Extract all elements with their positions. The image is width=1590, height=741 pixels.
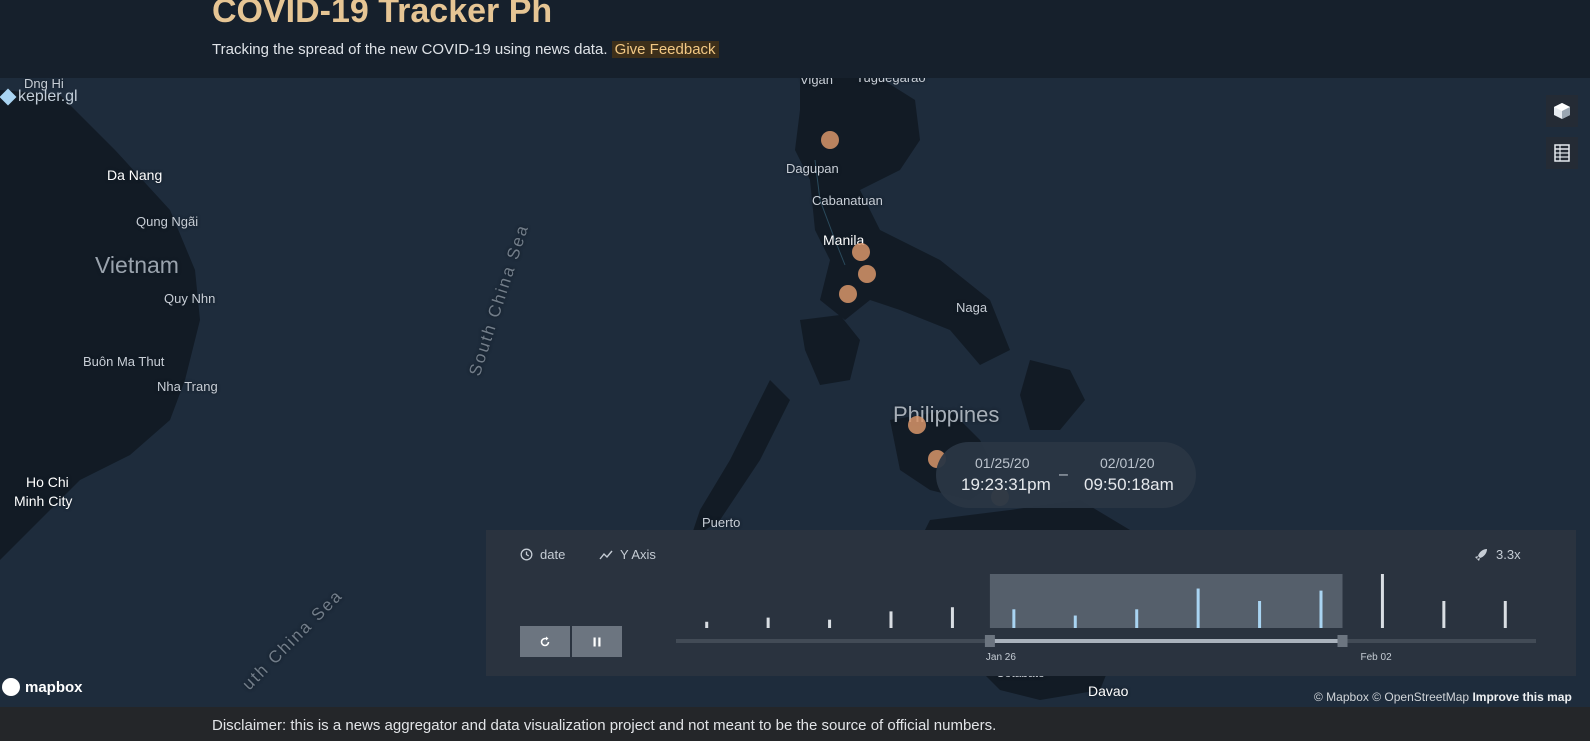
attribution-mapbox[interactable]: © Mapbox — [1314, 690, 1369, 704]
disclaimer-text: Disclaimer: this is a news aggregator an… — [212, 717, 997, 734]
map-label-quang-ngai: Qung Ngãi — [136, 214, 199, 229]
y-axis-selector[interactable]: Y Axis — [599, 547, 656, 562]
mapbox-icon — [2, 678, 20, 696]
map-label-puerto: Puerto — [702, 515, 741, 530]
table-icon — [1554, 144, 1570, 162]
histogram-bar — [828, 619, 832, 628]
case-point[interactable] — [852, 243, 870, 261]
map-attribution: © Mapbox © OpenStreetMap Improve this ma… — [1314, 690, 1572, 704]
map-label-nha-trang: Nha Trang — [157, 379, 218, 394]
time-field-selector[interactable]: date — [520, 547, 565, 562]
histogram-bar — [889, 611, 893, 628]
histogram-bar — [1073, 615, 1077, 628]
mapbox-logo[interactable]: mapbox — [2, 678, 83, 696]
timeline-tick-end: Feb 02 — [1361, 652, 1393, 663]
map-label-vietnam: Vietnam — [95, 252, 179, 278]
histogram-bar — [1380, 574, 1384, 628]
map-label-ho-chi-minh-line2: Minh City — [14, 493, 73, 509]
histogram-bar — [1319, 590, 1323, 628]
range-start-handle[interactable] — [984, 635, 995, 647]
clock-icon — [520, 548, 533, 561]
pause-icon — [593, 637, 601, 646]
range-start-date: 01/25/20 — [975, 455, 1030, 471]
map-label-buon-ma-thuot: Buôn Ma Thut — [83, 354, 165, 369]
range-end-handle[interactable] — [1337, 635, 1348, 647]
trend-icon — [599, 550, 613, 559]
subtitle-text: Tracking the spread of the new COVID-19 … — [212, 41, 608, 58]
kepler-diamond-icon — [0, 88, 17, 106]
range-end-time: 09:50:18am — [1084, 475, 1174, 494]
time-range-display: 01/25/20 19:23:31pm – 02/01/20 09:50:18a… — [936, 442, 1196, 508]
data-table-button[interactable] — [1546, 137, 1578, 169]
map-label-ho-chi-minh-line1: Ho Chi — [26, 474, 69, 490]
reset-button[interactable] — [520, 626, 570, 657]
kepler-logo[interactable]: kepler.gl — [0, 88, 78, 106]
layers-3d-button[interactable] — [1546, 95, 1578, 127]
histogram-bar — [1196, 588, 1200, 628]
y-axis-label: Y Axis — [620, 547, 656, 562]
case-point[interactable] — [821, 131, 839, 149]
histogram-bar — [1258, 601, 1262, 628]
case-point[interactable] — [858, 265, 876, 283]
pause-button[interactable] — [572, 626, 622, 657]
histogram-bar — [766, 617, 770, 628]
page-title: COVID-19 Tracker Ph — [212, 0, 553, 30]
range-start-time: 19:23:31pm — [961, 475, 1051, 494]
histogram-bar — [1442, 601, 1446, 628]
timeline-selected-track — [989, 639, 1343, 643]
page-footer: Disclaimer: this is a news aggregator an… — [0, 707, 1590, 741]
layers-3d-icon — [1554, 103, 1570, 119]
histogram-bar — [1503, 601, 1507, 628]
kepler-label: kepler.gl — [18, 88, 78, 105]
attribution-osm[interactable]: © OpenStreetMap — [1372, 690, 1469, 704]
page-header: COVID-19 Tracker Ph Tracking the spread … — [0, 0, 1590, 78]
give-feedback-link[interactable]: Give Feedback — [611, 41, 719, 58]
range-end-date: 02/01/20 — [1100, 455, 1155, 471]
histogram-bar — [705, 621, 709, 628]
mapbox-label: mapbox — [25, 678, 83, 696]
page-subtitle: Tracking the spread of the new COVID-19 … — [212, 41, 719, 58]
map-label-naga: Naga — [956, 300, 988, 315]
histogram-bar — [1012, 609, 1016, 628]
range-separator: – — [1059, 466, 1068, 483]
map-label-dagupan: Dagupan — [786, 161, 839, 176]
case-point[interactable] — [908, 416, 926, 434]
map-label-davao: Davao — [1088, 683, 1129, 699]
case-point[interactable] — [839, 285, 857, 303]
improve-map-link[interactable]: Improve this map — [1472, 690, 1571, 704]
histogram-bar — [950, 607, 954, 628]
time-field-label: date — [540, 547, 566, 562]
selected-range-highlight — [989, 574, 1343, 628]
histogram-bar — [1135, 609, 1139, 628]
reset-icon — [540, 636, 550, 646]
timeline-tick-start: Jan 26 — [986, 652, 1016, 663]
time-playback-panel: date Y Axis 3.3x Jan 26 Feb 02 — [486, 530, 1576, 676]
map-label-cabanatuan: Cabanatuan — [812, 193, 883, 208]
map-label-da-nang: Da Nang — [107, 167, 163, 183]
map-label-quy-nhon: Quy Nhn — [164, 291, 216, 306]
time-histogram[interactable]: Jan 26 Feb 02 — [676, 530, 1546, 676]
